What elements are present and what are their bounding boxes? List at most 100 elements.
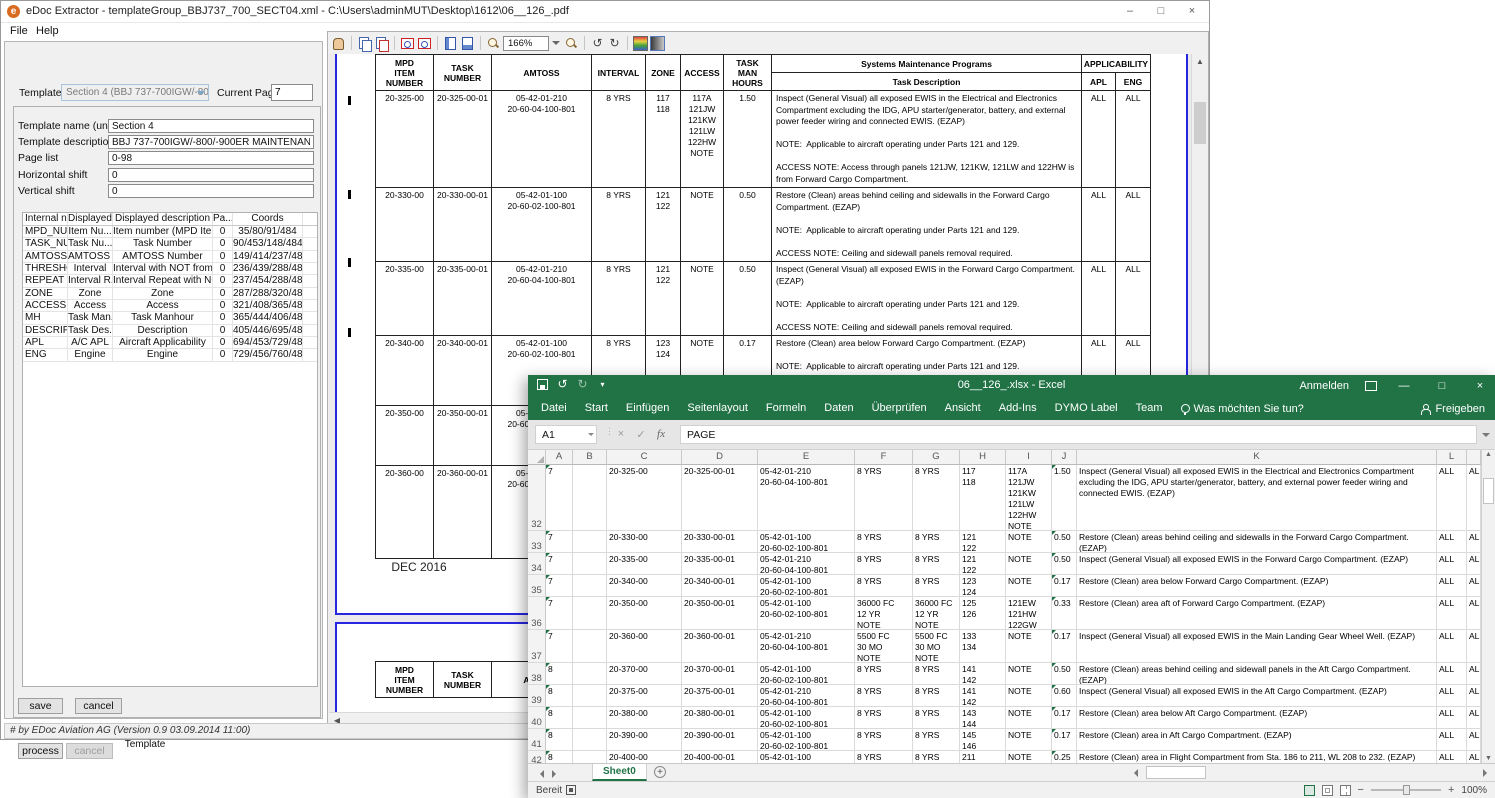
cell-B42[interactable] xyxy=(573,751,607,763)
scroll-left-icon[interactable] xyxy=(1130,769,1138,777)
ribbon-tab-einfügen[interactable]: Einfügen xyxy=(617,397,678,420)
cell-M33[interactable]: ALL xyxy=(1467,531,1481,552)
mapping-table-row[interactable]: ENGEngineEngine0729/456/760/483 xyxy=(23,349,317,361)
cell-F37[interactable]: 5500 FC 30 MO NOTE xyxy=(855,630,913,662)
column-header-H[interactable]: H xyxy=(960,450,1006,465)
cell-A41[interactable]: 8 xyxy=(546,729,573,750)
cell-I35[interactable]: NOTE xyxy=(1006,575,1052,596)
cell-K42[interactable]: Restore (Clean) area in Flight Compartme… xyxy=(1077,751,1437,763)
current-page-input[interactable] xyxy=(271,84,313,101)
scroll-up-icon[interactable]: ▲ xyxy=(1482,451,1495,458)
cell-L42[interactable]: ALL xyxy=(1437,751,1467,763)
cell-C40[interactable]: 20-380-00 xyxy=(607,707,682,728)
cell-J41[interactable]: 0.17 xyxy=(1052,729,1077,750)
row-header-41[interactable]: 41 xyxy=(528,729,546,750)
copy-page-red-icon[interactable] xyxy=(374,36,389,51)
cell-K41[interactable]: Restore (Clean) area in Aft Cargo Compar… xyxy=(1077,729,1437,750)
cell-H34[interactable]: 121 122 xyxy=(960,553,1006,574)
column-header-B[interactable]: B xyxy=(573,450,607,465)
field-input[interactable] xyxy=(108,168,314,182)
column-header-J[interactable]: J xyxy=(1052,450,1077,465)
column-header-F[interactable]: F xyxy=(855,450,913,465)
cancel-button[interactable]: cancel xyxy=(75,698,122,714)
zoom-slider[interactable] xyxy=(1371,789,1441,791)
cell-A40[interactable]: 8 xyxy=(546,707,573,728)
cell-K38[interactable]: Restore (Clean) areas behind ceiling and… xyxy=(1077,663,1437,684)
cell-A42[interactable]: 8 xyxy=(546,751,573,763)
cell-K35[interactable]: Restore (Clean) area below Forward Cargo… xyxy=(1077,575,1437,596)
cell-E42[interactable]: 05-42-01-100 xyxy=(758,751,855,763)
column-header-G[interactable]: G xyxy=(913,450,960,465)
hand-tool-icon[interactable] xyxy=(331,36,346,51)
cell-L36[interactable]: ALL xyxy=(1437,597,1467,629)
edoc-maximize-button[interactable]: □ xyxy=(1146,1,1176,22)
cell-I37[interactable]: NOTE xyxy=(1006,630,1052,662)
cell-G36[interactable]: 36000 FC 12 YR NOTE xyxy=(913,597,960,629)
cell-G33[interactable]: 8 YRS xyxy=(913,531,960,552)
cell-F39[interactable]: 8 YRS xyxy=(855,685,913,706)
cell-F34[interactable]: 8 YRS xyxy=(855,553,913,574)
cell-D35[interactable]: 20-340-00-01 xyxy=(682,575,758,596)
field-input[interactable] xyxy=(108,135,314,149)
cell-A32[interactable]: 7 xyxy=(546,465,573,530)
cell-E41[interactable]: 05-42-01-100 20-60-02-100-801 xyxy=(758,729,855,750)
cell-F32[interactable]: 8 YRS xyxy=(855,465,913,530)
formula-bar-expand-icon[interactable] xyxy=(1482,433,1490,441)
cell-J39[interactable]: 0.60 xyxy=(1052,685,1077,706)
cell-K34[interactable]: Inspect (General Visual) all exposed EWI… xyxy=(1077,553,1437,574)
zoom-out-icon[interactable] xyxy=(486,36,501,51)
cell-D40[interactable]: 20-380-00-01 xyxy=(682,707,758,728)
cell-A34[interactable]: 7 xyxy=(546,553,573,574)
ribbon-tab-ansicht[interactable]: Ansicht xyxy=(936,397,990,420)
tell-me-assistant[interactable]: Was möchten Sie tun? xyxy=(1172,403,1313,415)
mapping-column-header[interactable]: Internal n... xyxy=(23,213,68,225)
edoc-titlebar[interactable]: e eDoc Extractor - templateGroup_BBJ737_… xyxy=(1,1,1209,23)
mapping-table-row[interactable]: MHTask Man...Task Manhour0365/444/406/48… xyxy=(23,312,317,324)
excel-horizontal-scrollbar[interactable] xyxy=(1124,766,1491,779)
cancel-entry-icon[interactable]: × xyxy=(614,428,628,440)
cell-L32[interactable]: ALL xyxy=(1437,465,1467,530)
cancel-process-button[interactable]: cancel xyxy=(66,743,113,759)
pdf-vertical-scroll-thumb[interactable] xyxy=(1194,102,1206,144)
cell-B33[interactable] xyxy=(573,531,607,552)
scroll-down-icon[interactable]: ▼ xyxy=(1482,755,1495,762)
cell-K32[interactable]: Inspect (General Visual) all exposed EWI… xyxy=(1077,465,1437,530)
mapping-table-row[interactable]: APLA/C APLAircraft Applicability0694/453… xyxy=(23,337,317,349)
cell-I36[interactable]: 121EW 121HW 122GW xyxy=(1006,597,1052,629)
cell-L33[interactable]: ALL xyxy=(1437,531,1467,552)
cell-B36[interactable] xyxy=(573,597,607,629)
cell-F33[interactable]: 8 YRS xyxy=(855,531,913,552)
cell-I40[interactable]: NOTE xyxy=(1006,707,1052,728)
share-button[interactable]: Freigeben xyxy=(1420,397,1485,420)
row-header-37[interactable]: 37 xyxy=(528,630,546,662)
sheet-tab-sheet0[interactable]: Sheet0 xyxy=(592,764,647,781)
cell-L40[interactable]: ALL xyxy=(1437,707,1467,728)
field-mapping-table[interactable]: Internal n...Displayed...Displayed descr… xyxy=(22,212,318,687)
cell-H35[interactable]: 123 124 xyxy=(960,575,1006,596)
cell-G38[interactable]: 8 YRS xyxy=(913,663,960,684)
edoc-close-button[interactable]: × xyxy=(1177,1,1207,22)
cell-G34[interactable]: 8 YRS xyxy=(913,553,960,574)
worksheet-grid[interactable]: 32720-325-0020-325-00-0105-42-01-210 20-… xyxy=(528,465,1481,763)
normal-view-icon[interactable] xyxy=(1304,785,1315,796)
cell-I34[interactable]: NOTE xyxy=(1006,553,1052,574)
zoom-dropdown-icon[interactable] xyxy=(552,41,560,49)
mapping-table-row[interactable]: ZONEZoneZone0287/288/320/484 xyxy=(23,288,317,300)
cell-H39[interactable]: 141 142 xyxy=(960,685,1006,706)
cell-C38[interactable]: 20-370-00 xyxy=(607,663,682,684)
column-header-C[interactable]: C xyxy=(607,450,682,465)
cell-D32[interactable]: 20-325-00-01 xyxy=(682,465,758,530)
excel-titlebar[interactable]: ↺ ↻ ▾ 06__126_.xlsx - Excel Anmelden — □… xyxy=(528,375,1495,397)
column-header-E[interactable]: E xyxy=(758,450,855,465)
cell-D39[interactable]: 20-375-00-01 xyxy=(682,685,758,706)
cell-E32[interactable]: 05-42-01-210 20-60-04-100-801 xyxy=(758,465,855,530)
ribbon-tab-start[interactable]: Start xyxy=(576,397,617,420)
zoom-in-icon[interactable] xyxy=(564,36,579,51)
rotate-right-icon[interactable]: ↻ xyxy=(607,36,622,51)
ribbon-tab-seitenlayout[interactable]: Seitenlayout xyxy=(678,397,757,420)
excel-horizontal-scroll-thumb[interactable] xyxy=(1146,766,1206,779)
cell-E38[interactable]: 05-42-01-100 20-60-02-100-801 xyxy=(758,663,855,684)
cell-L34[interactable]: ALL xyxy=(1437,553,1467,574)
mapping-column-header[interactable]: Coords xyxy=(233,213,303,225)
macro-record-icon[interactable] xyxy=(566,785,576,795)
